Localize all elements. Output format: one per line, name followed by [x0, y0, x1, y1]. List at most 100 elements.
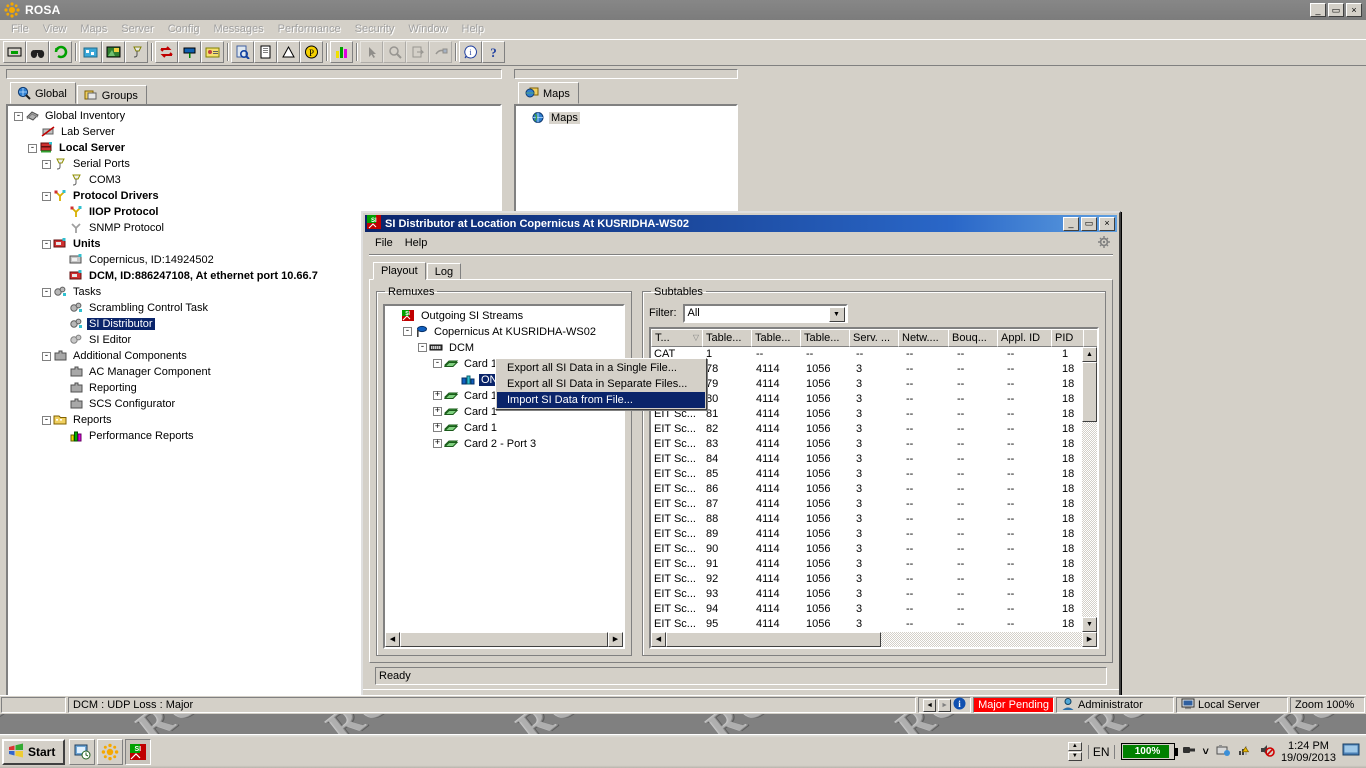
column-header[interactable]: T... ▽: [651, 328, 703, 347]
subtables-hscrollbar[interactable]: ◀ ▶: [651, 631, 1097, 647]
si-close-button[interactable]: ×: [1099, 216, 1115, 231]
table-row[interactable]: EIT Sc... 89 4114 1056 3 -- -- -- 18: [651, 527, 1097, 542]
subtables-grid[interactable]: T... ▽ Table... Table... Table... Serv. ... Ne…: [649, 326, 1099, 649]
start-button[interactable]: Start: [2, 738, 66, 765]
menu-item-export-separate[interactable]: Export all SI Data in Separate Files...: [497, 376, 705, 392]
picture-map-icon[interactable]: [102, 41, 125, 63]
scroll-up-button[interactable]: ▲: [1082, 346, 1097, 362]
column-header[interactable]: Netw....: [898, 328, 949, 347]
remuxes-hscroll-thumb[interactable]: [400, 631, 608, 647]
column-header[interactable]: Table...: [751, 328, 801, 347]
collapse-icon[interactable]: -: [42, 239, 51, 249]
grid-hscroll-thumb[interactable]: [666, 631, 881, 647]
menu-server[interactable]: Server: [114, 21, 160, 37]
table-row[interactable]: EIT Sc... 93 4114 1056 3 -- -- -- 18: [651, 587, 1097, 602]
nav-next-button[interactable]: ►: [938, 698, 952, 712]
monitor-icon[interactable]: [1342, 743, 1360, 760]
alarm-bell-icon[interactable]: [277, 41, 300, 63]
table-row[interactable]: EIT Sc... 88 4114 1056 3 -- -- -- 18: [651, 512, 1097, 527]
menu-view[interactable]: View: [36, 21, 74, 37]
table-row[interactable]: EIT PF...78411410563------18: [651, 362, 1097, 377]
spinner-down-button[interactable]: ▼: [1067, 752, 1082, 761]
table-row[interactable]: EIT Sc... 83 4114 1056 3 -- -- -- 18: [651, 437, 1097, 452]
menu-maps[interactable]: Maps: [73, 21, 114, 37]
safely-remove-icon[interactable]: [1215, 743, 1231, 760]
collapse-icon[interactable]: -: [42, 415, 51, 425]
vscroll-track[interactable]: [1082, 361, 1097, 617]
tree-node[interactable]: - Local Server: [12, 140, 500, 156]
export-icon[interactable]: [406, 41, 429, 63]
context-menu[interactable]: Export all SI Data in a Single File... E…: [495, 357, 708, 410]
collapse-icon[interactable]: -: [42, 159, 51, 169]
column-header[interactable]: Appl. ID: [997, 328, 1052, 347]
column-header[interactable]: PID: [1051, 328, 1084, 347]
help-icon[interactable]: ?: [482, 41, 505, 63]
menu-performance[interactable]: Performance: [271, 21, 348, 37]
chevron-down-icon[interactable]: ▼: [828, 306, 845, 322]
info-icon[interactable]: i: [459, 41, 482, 63]
close-button[interactable]: ×: [1346, 3, 1362, 17]
parking-p-icon[interactable]: P: [300, 41, 323, 63]
collapse-icon[interactable]: -: [42, 287, 51, 297]
link-icon[interactable]: [429, 41, 452, 63]
restore-button[interactable]: ▭: [1328, 3, 1344, 17]
menu-help[interactable]: Help: [455, 21, 492, 37]
binoculars-icon[interactable]: [26, 41, 49, 63]
collapse-icon[interactable]: -: [42, 191, 51, 201]
expand-icon[interactable]: +: [433, 439, 442, 449]
taskbar-clock[interactable]: 1:24 PM 19/09/2013: [1281, 740, 1336, 764]
collapse-icon[interactable]: -: [42, 351, 51, 361]
si-menu-file[interactable]: File: [369, 236, 399, 250]
spinner-control[interactable]: ▲ ▼: [1067, 742, 1082, 761]
magnifier-icon[interactable]: [383, 41, 406, 63]
table-row[interactable]: CAT 1 -- -- -- -- -- -- 1: [651, 347, 1097, 362]
table-row[interactable]: EIT Sc... 91 4114 1056 3 -- -- -- 18: [651, 557, 1097, 572]
menu-security[interactable]: Security: [348, 21, 402, 37]
network-map-icon[interactable]: [79, 41, 102, 63]
tab-playout[interactable]: Playout: [373, 261, 426, 280]
table-row[interactable]: EIT Sc... 90 4114 1056 3 -- -- -- 18: [651, 542, 1097, 557]
subtables-vscrollbar[interactable]: ▲ ▼: [1082, 346, 1097, 632]
table-row[interactable]: EIT Sc...79411410563------18: [651, 377, 1097, 392]
column-header[interactable]: Serv. ...: [849, 328, 899, 347]
language-indicator[interactable]: EN: [1087, 744, 1115, 759]
table-row[interactable]: EIT Sc... 84 4114 1056 3 -- -- -- 18: [651, 452, 1097, 467]
column-header[interactable]: Table...: [702, 328, 752, 347]
table-row[interactable]: EIT Sc... 82 4114 1056 3 -- -- -- 18: [651, 422, 1097, 437]
address-card-icon[interactable]: [201, 41, 224, 63]
search-document-icon[interactable]: [231, 41, 254, 63]
menu-config[interactable]: Config: [161, 21, 207, 37]
table-row[interactable]: EIT Sc...80411410563------18: [651, 392, 1097, 407]
menu-file[interactable]: File: [4, 21, 36, 37]
table-row[interactable]: EIT Sc... 95 4114 1056 3 -- -- -- 18: [651, 617, 1097, 632]
expand-icon[interactable]: +: [433, 391, 442, 401]
si-minimize-button[interactable]: _: [1063, 216, 1079, 231]
menu-messages[interactable]: Messages: [207, 21, 271, 37]
battery-indicator[interactable]: 100%: [1120, 743, 1178, 760]
tab-maps[interactable]: Maps: [518, 82, 579, 104]
network-warning-icon[interactable]: [1237, 743, 1253, 760]
collapse-icon[interactable]: -: [433, 359, 442, 369]
signpost-icon[interactable]: [178, 41, 201, 63]
grid-scroll-right-button[interactable]: ▶: [1082, 631, 1097, 647]
menu-item-export-single[interactable]: Export all SI Data in a Single File...: [497, 360, 705, 376]
minimize-button[interactable]: _: [1310, 3, 1326, 17]
collapse-icon[interactable]: -: [14, 111, 23, 121]
tree-node[interactable]: + Card 2 - Port 3: [388, 436, 623, 452]
table-row[interactable]: EIT Sc... 87 4114 1056 3 -- -- -- 18: [651, 497, 1097, 512]
expand-icon[interactable]: +: [433, 407, 442, 417]
tree-node[interactable]: COM3: [12, 172, 500, 188]
taskbar-si-distributor-icon[interactable]: SI: [125, 738, 152, 765]
filter-dropdown[interactable]: All ▼: [682, 303, 848, 323]
collapse-icon[interactable]: -: [403, 327, 412, 337]
chevron-up-icon[interactable]: ˅: [1203, 746, 1209, 758]
remuxes-scroll-right-button[interactable]: ▶: [608, 631, 623, 647]
tree-node[interactable]: Lab Server: [12, 124, 500, 140]
tree-node[interactable]: - DCM: [388, 340, 623, 356]
quicklaunch-rosa-sun-icon[interactable]: [97, 738, 124, 765]
menu-window[interactable]: Window: [401, 21, 454, 37]
scroll-down-button[interactable]: ▼: [1082, 616, 1097, 632]
tree-node[interactable]: - Serial Ports: [12, 156, 500, 172]
collapse-icon[interactable]: -: [418, 343, 427, 353]
si-menu-help[interactable]: Help: [399, 236, 434, 250]
